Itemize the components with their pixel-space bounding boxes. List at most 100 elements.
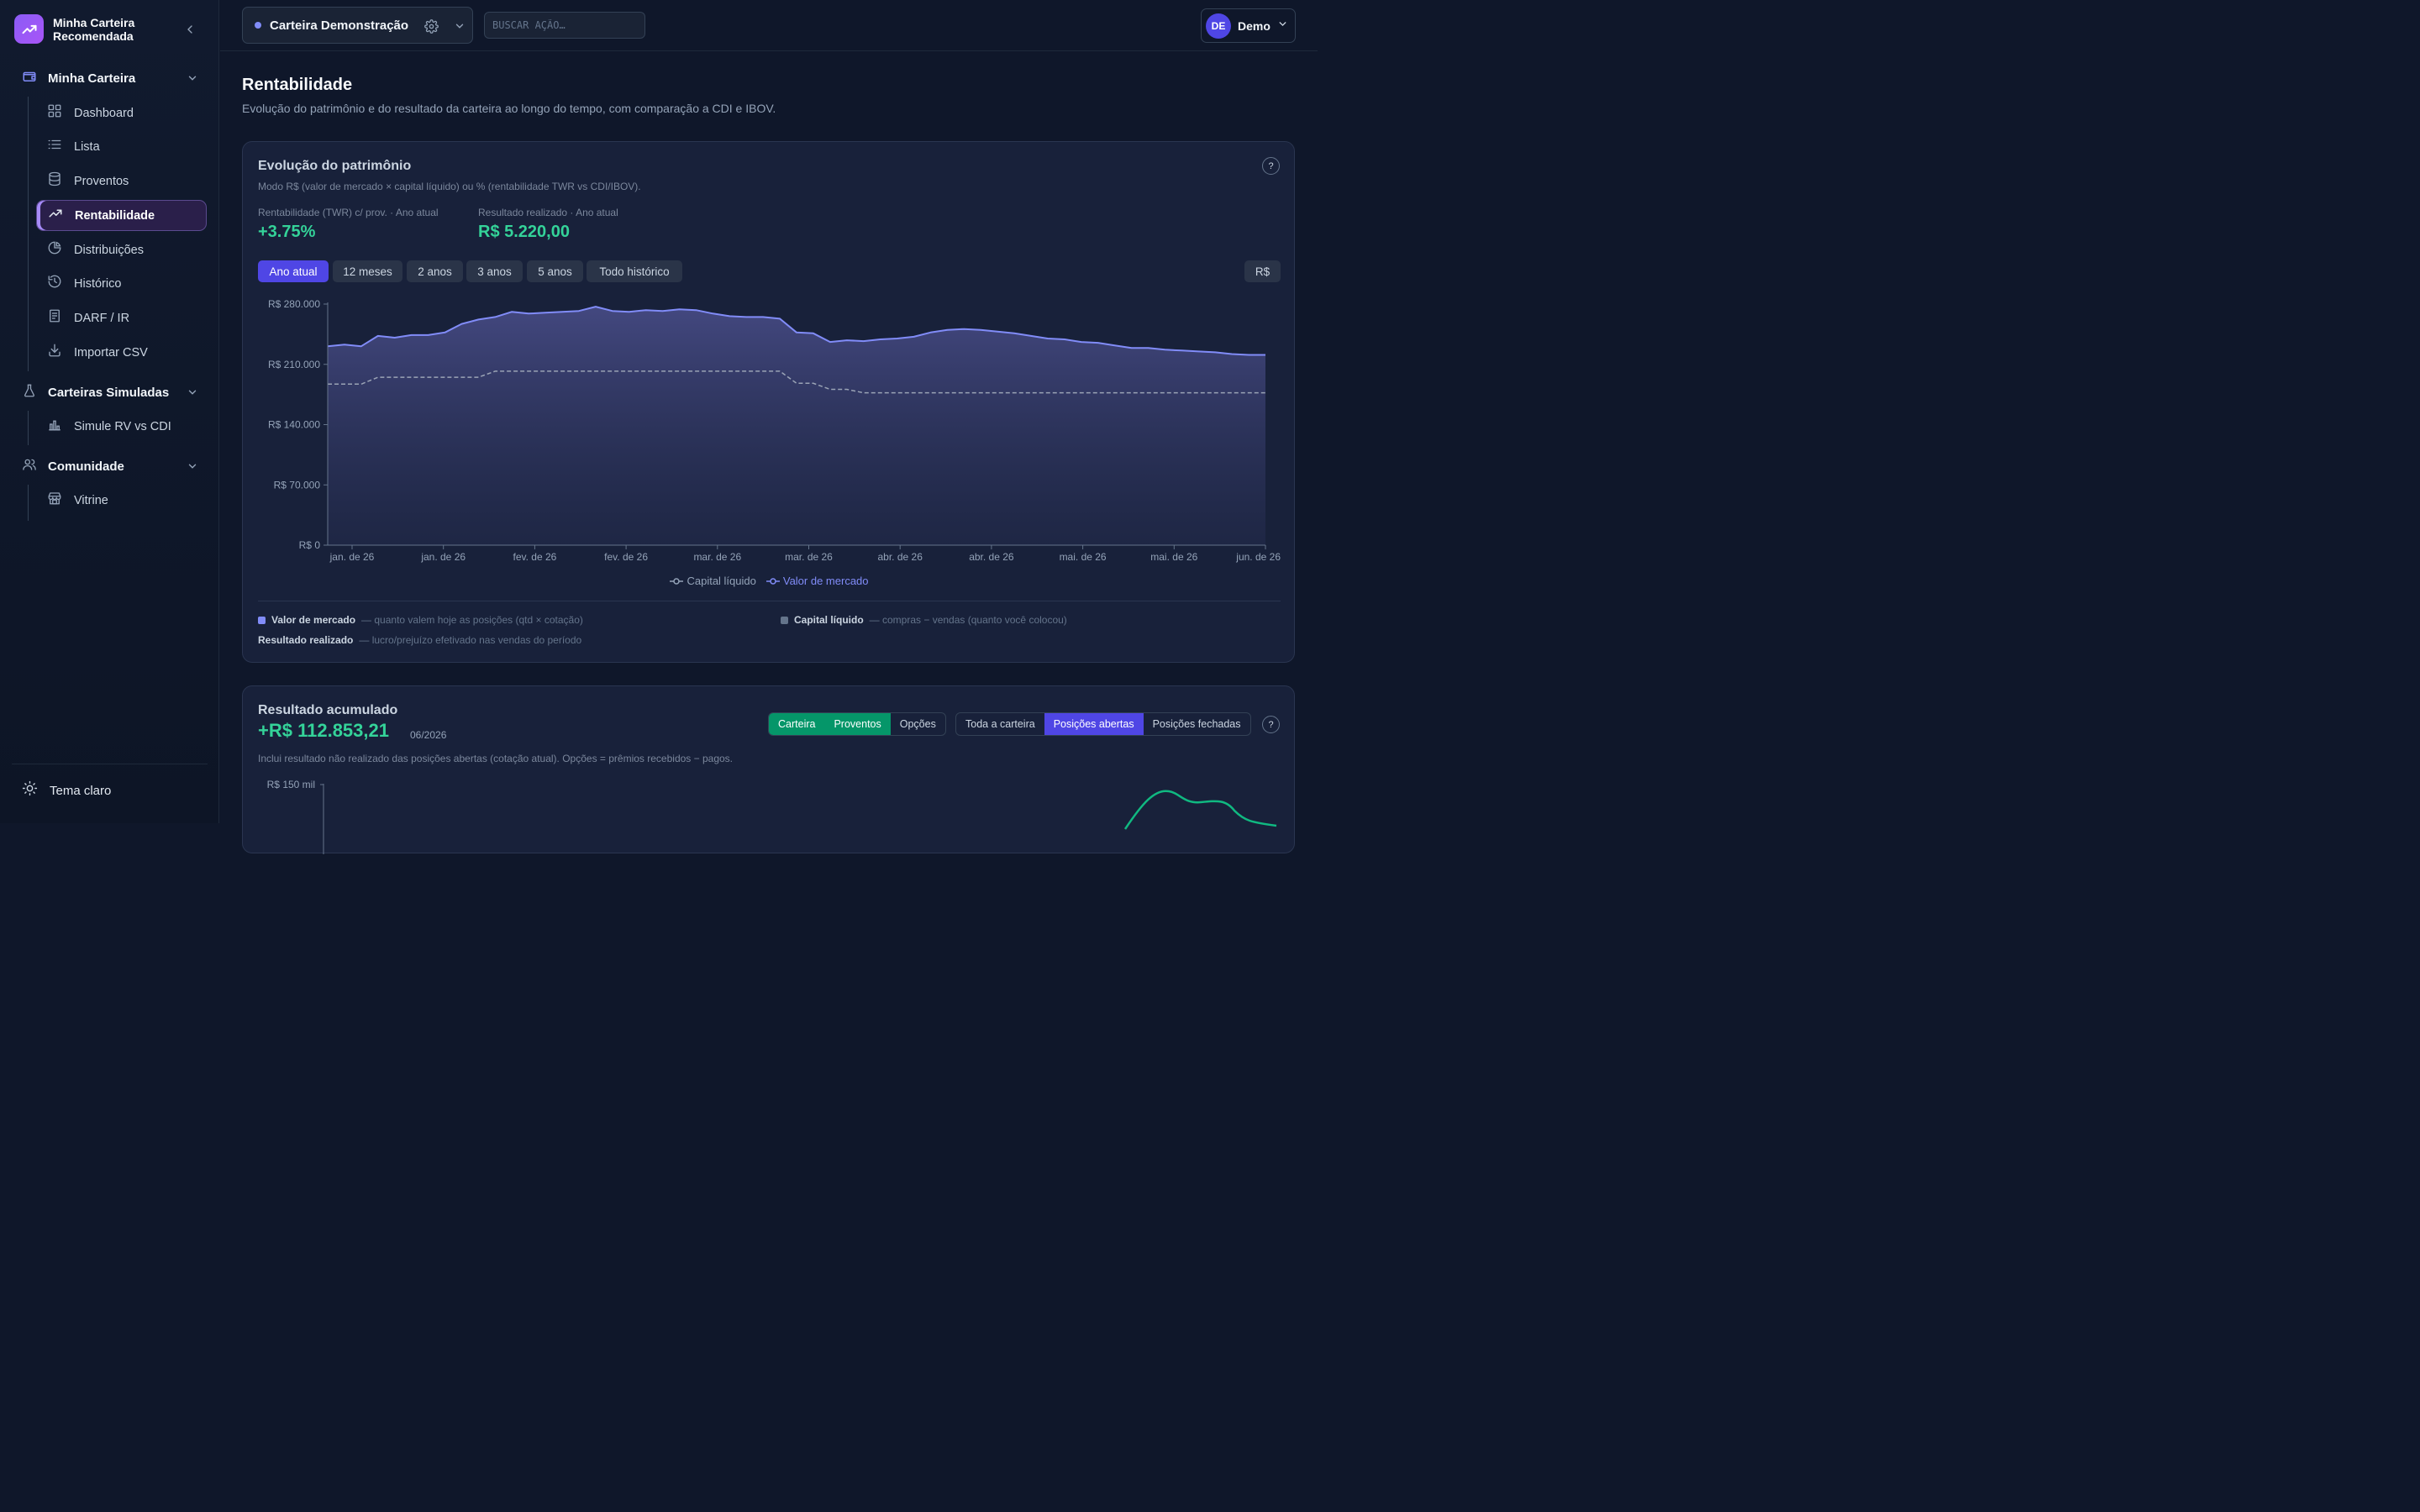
- grid-icon: [47, 103, 62, 123]
- nav-tree-line: [28, 97, 29, 371]
- store-icon: [47, 491, 62, 510]
- explanation-term: Resultado realizado: [258, 634, 354, 646]
- sidebar-item-darf-ir[interactable]: DARF / IR: [36, 302, 207, 333]
- collapse-sidebar-icon[interactable]: [183, 23, 197, 36]
- bar-chart-icon: [47, 417, 62, 436]
- explanation-market: Valor de mercado — quanto valem hoje as …: [258, 614, 583, 626]
- legend-capital[interactable]: Capital líquido: [670, 575, 756, 587]
- accumulated-note: Inclui resultado não realizado das posiç…: [258, 753, 733, 764]
- section-comunidade[interactable]: Comunidade: [22, 456, 198, 476]
- accumulated-line: [1123, 790, 1277, 830]
- help-button[interactable]: ?: [1262, 157, 1280, 175]
- sidebar-item-proventos[interactable]: Proventos: [36, 165, 207, 197]
- result-type-filter: Carteira Proventos Opções: [768, 712, 946, 736]
- explanation-capital: Capital líquido — compras − vendas (quan…: [781, 614, 1067, 626]
- theme-toggle-button[interactable]: Tema claro: [22, 780, 111, 801]
- trending-up-icon: [48, 206, 63, 225]
- chevron-down-icon: [1277, 18, 1288, 34]
- chevron-down-icon: [187, 460, 198, 472]
- user-name: Demo: [1238, 18, 1270, 33]
- section-carteiras-simuladas[interactable]: Carteiras Simuladas: [22, 382, 198, 402]
- legend-market[interactable]: Valor de mercado: [765, 575, 869, 587]
- filter-posicoes-fechadas[interactable]: Posições fechadas: [1144, 713, 1250, 735]
- y-tick-label: R$ 150 mil: [267, 779, 315, 790]
- explanation-realized: Resultado realizado — lucro/prejuízo efe…: [258, 634, 581, 646]
- sidebar-item-lista[interactable]: Lista: [36, 131, 207, 162]
- section-label: Minha Carteira: [48, 71, 136, 86]
- range-todo-historico-button[interactable]: Todo histórico: [587, 260, 682, 282]
- x-tick-label: fev. de 26: [604, 551, 648, 563]
- range-12-meses-button[interactable]: 12 meses: [333, 260, 402, 282]
- filter-posicoes-abertas[interactable]: Posições abertas: [1044, 713, 1144, 735]
- sidebar-item-label: Histórico: [74, 276, 122, 291]
- range-3-anos-button[interactable]: 3 anos: [466, 260, 523, 282]
- chevron-down-icon: [187, 72, 198, 84]
- help-button[interactable]: ?: [1262, 716, 1280, 733]
- y-tick-label: R$ 140.000: [268, 419, 320, 431]
- sidebar-item-label: Distribuições: [74, 243, 144, 257]
- range-2-anos-button[interactable]: 2 anos: [407, 260, 463, 282]
- sidebar-item-dashboard[interactable]: Dashboard: [36, 97, 207, 129]
- sidebar-item-label: Dashboard: [74, 106, 134, 120]
- wallet-icon: [22, 69, 37, 88]
- page-subtitle: Evolução do patrimônio e do resultado da…: [242, 102, 776, 115]
- sidebar: Minha Carteira Recomendada Minha Carteir…: [0, 0, 219, 823]
- explanation-term: Capital líquido: [794, 614, 864, 626]
- sidebar-item-rentabilidade[interactable]: Rentabilidade: [36, 200, 207, 231]
- filter-opcoes[interactable]: Opções: [891, 713, 945, 735]
- sidebar-item-label: Vitrine: [74, 493, 108, 507]
- x-tick-label: jan. de 26: [420, 551, 466, 563]
- card-title: Resultado acumulado: [258, 703, 398, 717]
- sidebar-item-label: DARF / IR: [74, 311, 130, 325]
- chevron-down-icon: [454, 20, 466, 36]
- sun-icon: [22, 780, 38, 801]
- sidebar-item-label: Simule RV vs CDI: [74, 419, 171, 433]
- sidebar-item-distribuicoes[interactable]: Distribuições: [36, 234, 207, 265]
- user-menu-button[interactable]: DE Demo: [1201, 8, 1296, 43]
- patrimony-chart: R$ 0 R$ 70.000 R$ 140.000 R$ 210.000 R$ 280.…: [268, 298, 1281, 563]
- x-tick-label: jun. de 26: [1235, 551, 1281, 563]
- brand-title: Minha Carteira Recomendada: [53, 15, 135, 43]
- kpi-realized-label: Resultado realizado · Ano atual: [478, 207, 618, 218]
- sidebar-item-importar-csv[interactable]: Importar CSV: [36, 337, 207, 368]
- legend-market-label: Valor de mercado: [782, 575, 869, 587]
- chevron-down-icon: [187, 386, 198, 398]
- history-icon: [47, 274, 62, 293]
- x-tick-label: mar. de 26: [693, 551, 741, 563]
- sidebar-item-label: Lista: [74, 139, 100, 154]
- sidebar-item-vitrine[interactable]: Vitrine: [36, 485, 207, 516]
- search-input[interactable]: [484, 12, 645, 39]
- filter-carteira[interactable]: Carteira: [769, 713, 825, 735]
- section-minha-carteira[interactable]: Minha Carteira: [22, 68, 198, 88]
- x-tick-label: fev. de 26: [513, 551, 556, 563]
- sidebar-item-historico[interactable]: Histórico: [36, 268, 207, 299]
- sidebar-item-label: Importar CSV: [74, 345, 148, 360]
- wallet-selector[interactable]: Carteira Demonstração: [242, 7, 473, 44]
- accumulated-value: +R$ 112.853,21: [258, 720, 389, 741]
- gear-icon[interactable]: [424, 19, 439, 38]
- accumulated-result-card: Resultado acumulado +R$ 112.853,21 06/20…: [242, 685, 1295, 854]
- range-ano-atual-button[interactable]: Ano atual: [258, 260, 329, 282]
- list-icon: [47, 137, 62, 156]
- section-label: Comunidade: [48, 459, 124, 474]
- explanation-desc: — lucro/prejuízo efetivado nas vendas do…: [359, 634, 582, 646]
- legend-capital-marker-icon: [670, 577, 684, 585]
- nav-tree-line: [28, 485, 29, 521]
- accumulated-chart: R$ 150 mil: [267, 779, 1277, 854]
- x-tick-label: abr. de 26: [969, 551, 1014, 563]
- wallet-name: Carteira Demonstração: [270, 18, 409, 33]
- filter-proventos[interactable]: Proventos: [824, 713, 891, 735]
- brand[interactable]: Minha Carteira Recomendada: [14, 14, 171, 44]
- y-tick-label: R$ 210.000: [268, 359, 320, 370]
- filter-toda-carteira[interactable]: Toda a carteira: [956, 713, 1044, 735]
- theme-toggle-label: Tema claro: [50, 783, 112, 798]
- receipt-icon: [47, 308, 62, 328]
- section-label: Carteiras Simuladas: [48, 385, 170, 400]
- chart-legend: Capital líquido Valor de mercado: [243, 575, 1296, 587]
- legend-market-marker-icon: [765, 577, 780, 585]
- position-filter: Toda a carteira Posições abertas Posiçõe…: [955, 712, 1251, 736]
- avatar: DE: [1206, 13, 1231, 39]
- sidebar-item-simule-rv-cdi[interactable]: Simule RV vs CDI: [36, 411, 207, 442]
- mode-toggle-button[interactable]: R$: [1244, 260, 1281, 282]
- range-5-anos-button[interactable]: 5 anos: [527, 260, 583, 282]
